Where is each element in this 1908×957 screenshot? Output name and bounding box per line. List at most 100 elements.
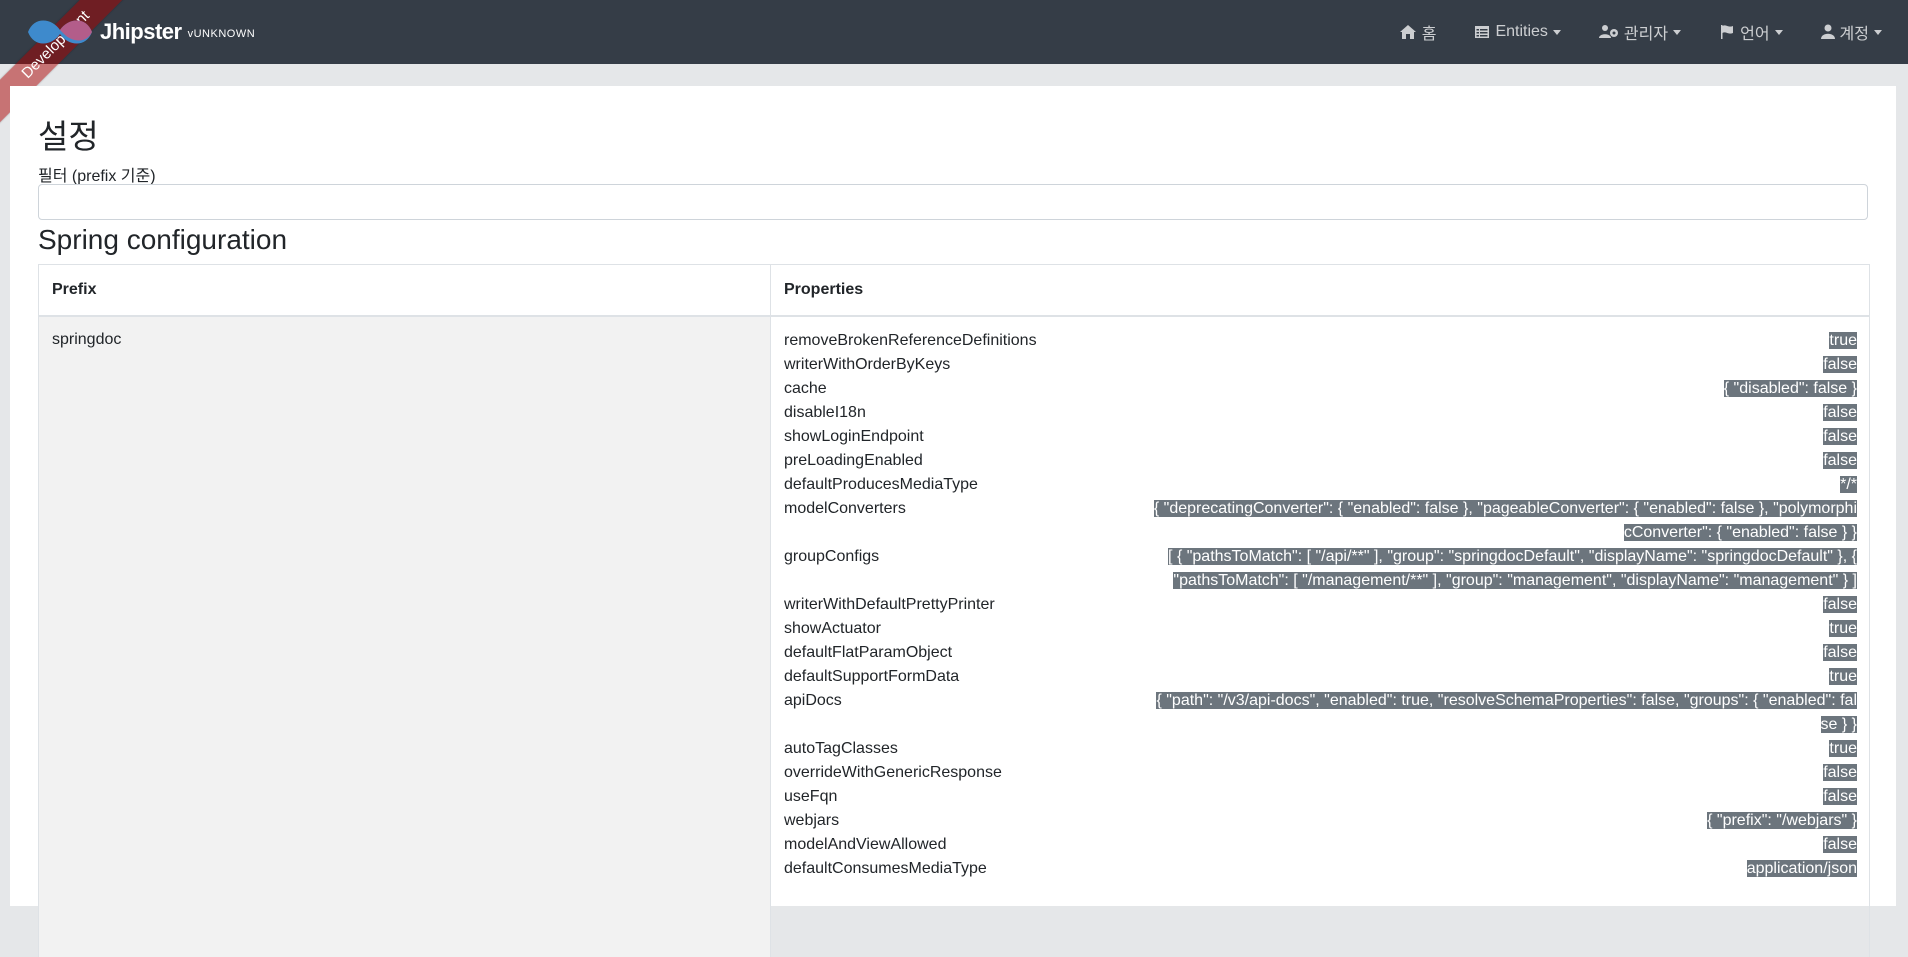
property-value: false bbox=[1152, 785, 1857, 809]
chevron-down-icon bbox=[1874, 29, 1882, 35]
filter-input[interactable] bbox=[38, 184, 1868, 220]
property-key: modelAndViewAllowed bbox=[784, 836, 947, 853]
property-value-badge: false bbox=[1823, 644, 1857, 661]
property-value: { "deprecatingConverter": { "enabled": f… bbox=[1152, 497, 1857, 545]
flag-icon bbox=[1721, 25, 1734, 39]
property-row: preLoadingEnabled false bbox=[784, 449, 1857, 473]
table-list-icon bbox=[1475, 26, 1490, 38]
chevron-down-icon bbox=[1774, 29, 1783, 35]
property-value-badge: application/json bbox=[1746, 860, 1857, 877]
nav-home[interactable]: 홈 bbox=[1399, 20, 1437, 44]
property-row: modelConverters { "deprecatingConverter":… bbox=[784, 497, 1857, 545]
property-key: writerWithOrderByKeys bbox=[784, 356, 951, 373]
property-row: apiDocs { "path": "/v3/api-docs", "enable… bbox=[784, 689, 1857, 737]
property-value-badge: */* bbox=[1840, 476, 1857, 493]
property-value: application/json bbox=[1152, 857, 1857, 881]
property-key: defaultProducesMediaType bbox=[784, 476, 978, 493]
nav-admin-label: 관리자 bbox=[1623, 26, 1669, 43]
property-row: defaultProducesMediaType */* bbox=[784, 473, 1857, 497]
property-value-badge: true bbox=[1829, 332, 1857, 349]
property-value-badge: true bbox=[1829, 668, 1857, 685]
chevron-down-icon bbox=[1552, 29, 1561, 35]
property-value: false bbox=[1152, 353, 1857, 377]
property-value: false bbox=[1152, 425, 1857, 449]
jhipster-logo-icon bbox=[28, 20, 92, 44]
users-gear-icon bbox=[1598, 25, 1618, 38]
property-key: cache bbox=[784, 380, 827, 397]
property-value: true bbox=[1152, 665, 1857, 689]
property-value: false bbox=[1152, 401, 1857, 425]
property-row: groupConfigs [ { "pathsToMatch": [ "/api/… bbox=[784, 545, 1857, 593]
property-key: autoTagClasses bbox=[784, 740, 898, 757]
property-key: showLoginEndpoint bbox=[784, 428, 924, 445]
property-value: { "prefix": "/webjars" } bbox=[1152, 809, 1857, 833]
property-value-badge: true bbox=[1829, 620, 1857, 637]
nav-account[interactable]: 계정 bbox=[1820, 20, 1882, 44]
property-row: writerWithOrderByKeys false bbox=[784, 353, 1857, 377]
home-icon bbox=[1399, 25, 1416, 39]
property-row: useFqn false bbox=[784, 785, 1857, 809]
navbar: Development Jhipster vUNKNOWN 홈 Entities… bbox=[0, 0, 1908, 127]
property-value-badge: false bbox=[1823, 596, 1857, 613]
property-row: disableI18n false bbox=[784, 401, 1857, 425]
property-value-badge: false bbox=[1823, 788, 1857, 805]
property-value: false bbox=[1152, 593, 1857, 617]
section-title: Spring configuration bbox=[38, 224, 288, 255]
property-key: defaultSupportFormData bbox=[784, 668, 960, 685]
property-key: writerWithDefaultPrettyPrinter bbox=[784, 596, 995, 613]
property-key: apiDocs bbox=[784, 692, 842, 709]
nav-admin[interactable]: 관리자 bbox=[1598, 20, 1682, 44]
property-key: overrideWithGenericResponse bbox=[784, 764, 1002, 781]
property-value-badge: { "disabled": false } bbox=[1723, 380, 1857, 397]
property-row: overrideWithGenericResponse false bbox=[784, 761, 1857, 785]
property-row: defaultSupportFormData true bbox=[784, 665, 1857, 689]
property-value: false bbox=[1152, 761, 1857, 785]
user-icon bbox=[1820, 24, 1835, 39]
property-value: { "path": "/v3/api-docs", "enabled": tru… bbox=[1152, 689, 1857, 737]
property-value-badge: false bbox=[1823, 836, 1857, 853]
property-row: modelAndViewAllowed false bbox=[784, 833, 1857, 857]
property-value-badge: false bbox=[1823, 452, 1857, 469]
property-value: [ { "pathsToMatch": [ "/api/**" ], "grou… bbox=[1152, 545, 1857, 593]
page-title: 설정 bbox=[38, 118, 99, 155]
nav-account-label: 계정 bbox=[1839, 26, 1869, 43]
nav-language[interactable]: 언어 bbox=[1719, 20, 1783, 44]
property-value: */* bbox=[1152, 473, 1857, 497]
property-value-badge: true bbox=[1829, 740, 1857, 757]
property-row: showLoginEndpoint false bbox=[784, 425, 1857, 449]
properties-cell: removeBrokenReferenceDefinitions true writ… bbox=[771, 317, 1869, 957]
column-header-properties: Properties bbox=[784, 281, 864, 298]
brand-link[interactable]: Jhipster vUNKNOWN bbox=[24, 14, 255, 50]
filter-label: 필터 (prefix 기준) bbox=[38, 168, 156, 185]
property-value: false bbox=[1152, 833, 1857, 857]
property-row: cache { "disabled": false } bbox=[784, 377, 1857, 401]
property-key: groupConfigs bbox=[784, 548, 880, 565]
property-key: showActuator bbox=[784, 620, 881, 637]
property-value-badge: { "prefix": "/webjars" } bbox=[1707, 812, 1857, 829]
property-value-badge: false bbox=[1823, 356, 1857, 373]
property-value: true bbox=[1152, 329, 1857, 353]
property-value-badge: false bbox=[1823, 764, 1857, 781]
property-key: useFqn bbox=[784, 788, 838, 805]
nav-entities-label: Entities bbox=[1495, 23, 1548, 40]
property-row: autoTagClasses true bbox=[784, 737, 1857, 761]
property-key: webjars bbox=[784, 812, 840, 829]
table-row: springdoc removeBrokenReferenceDefinitio… bbox=[39, 317, 1869, 957]
nav-language-label: 언어 bbox=[1740, 26, 1770, 43]
nav-home-label: 홈 bbox=[1421, 26, 1437, 43]
configuration-table: Prefix Properties springdoc removeBroken… bbox=[38, 264, 1870, 957]
property-value: true bbox=[1152, 617, 1857, 641]
property-value: { "disabled": false } bbox=[1152, 377, 1857, 401]
nav-entities[interactable]: Entities bbox=[1474, 23, 1561, 41]
property-value: false bbox=[1152, 449, 1857, 473]
property-key: removeBrokenReferenceDefinitions bbox=[784, 332, 1037, 349]
property-row: defaultFlatParamObject false bbox=[784, 641, 1857, 665]
property-value: false bbox=[1152, 641, 1857, 665]
table-header: Prefix Properties bbox=[39, 265, 1869, 317]
property-value: true bbox=[1152, 737, 1857, 761]
property-value-badge: { "path": "/v3/api-docs", "enabled": tru… bbox=[1156, 692, 1857, 733]
property-value-badge: false bbox=[1823, 404, 1857, 421]
property-key: disableI18n bbox=[784, 404, 866, 421]
property-row: writerWithDefaultPrettyPrinter false bbox=[784, 593, 1857, 617]
property-value-badge: [ { "pathsToMatch": [ "/api/**" ], "grou… bbox=[1168, 548, 1857, 589]
